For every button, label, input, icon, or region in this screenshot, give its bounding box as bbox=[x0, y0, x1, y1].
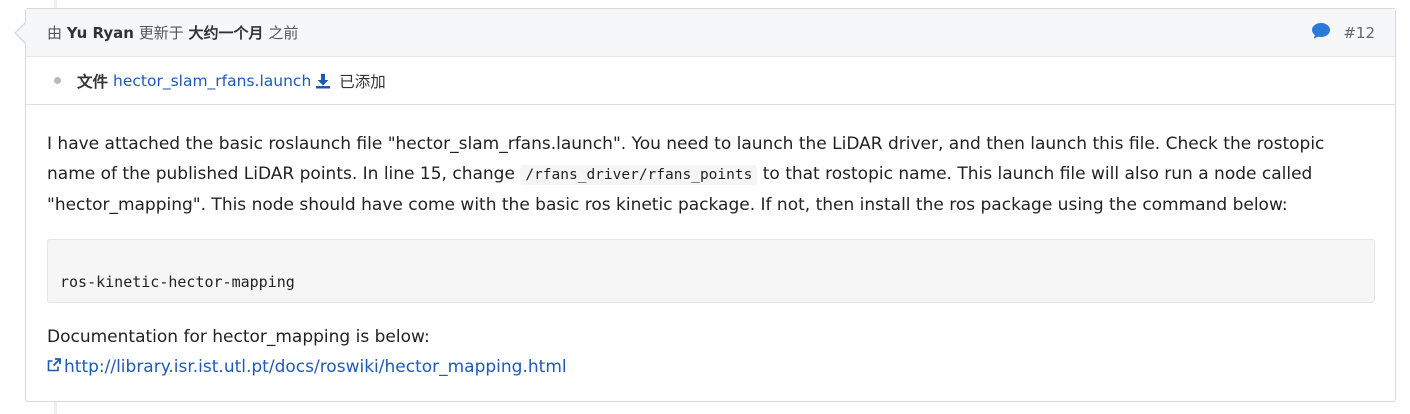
page: 由 Yu Ryan 更新于 大约一个月 之前 #12 文件 hector_sla… bbox=[0, 0, 1410, 414]
journal-actions: #12 bbox=[1311, 22, 1375, 44]
bullet bbox=[54, 77, 61, 84]
updated-ago[interactable]: 大约一个月 bbox=[189, 24, 264, 42]
author-link[interactable]: Yu Ryan bbox=[67, 24, 134, 42]
paragraph-1: I have attached the basic roslaunch file… bbox=[47, 134, 1325, 215]
journal-details: 文件 hector_slam_rfans.launch 已添加 bbox=[26, 57, 1395, 105]
external-link[interactable]: http://library.isr.ist.utl.pt/docs/roswi… bbox=[47, 352, 567, 382]
inline-code: /rfans_driver/rfans_points bbox=[520, 165, 758, 185]
code-block: ros-kinetic-hector-mapping bbox=[47, 239, 1375, 303]
journal-meta: 由 Yu Ryan 更新于 大约一个月 之前 bbox=[47, 22, 298, 43]
external-link-text: http://library.isr.ist.utl.pt/docs/roswi… bbox=[64, 357, 567, 377]
download-icon[interactable] bbox=[315, 73, 331, 89]
external-link-icon bbox=[47, 352, 61, 382]
note-number-link[interactable]: #12 bbox=[1343, 24, 1375, 42]
details-status: 已添加 bbox=[339, 72, 386, 91]
attachment-link[interactable]: hector_slam_rfans.launch bbox=[113, 72, 311, 90]
journal-entry: 由 Yu Ryan 更新于 大约一个月 之前 #12 文件 hector_sla… bbox=[14, 8, 1396, 402]
by-prefix: 由 bbox=[47, 24, 63, 42]
comment-icon[interactable] bbox=[1311, 22, 1331, 44]
updated-prefix: 更新于 bbox=[138, 24, 184, 42]
journal-header: 由 Yu Ryan 更新于 大约一个月 之前 #12 bbox=[26, 9, 1395, 57]
paragraph-3: http://library.isr.ist.utl.pt/docs/roswi… bbox=[47, 352, 1375, 382]
details-label: 文件 bbox=[77, 72, 109, 91]
paragraph-2: Documentation for hector_mapping is belo… bbox=[47, 327, 430, 347]
journal-body: I have attached the basic roslaunch file… bbox=[26, 105, 1395, 382]
updated-suffix: 之前 bbox=[268, 24, 299, 42]
